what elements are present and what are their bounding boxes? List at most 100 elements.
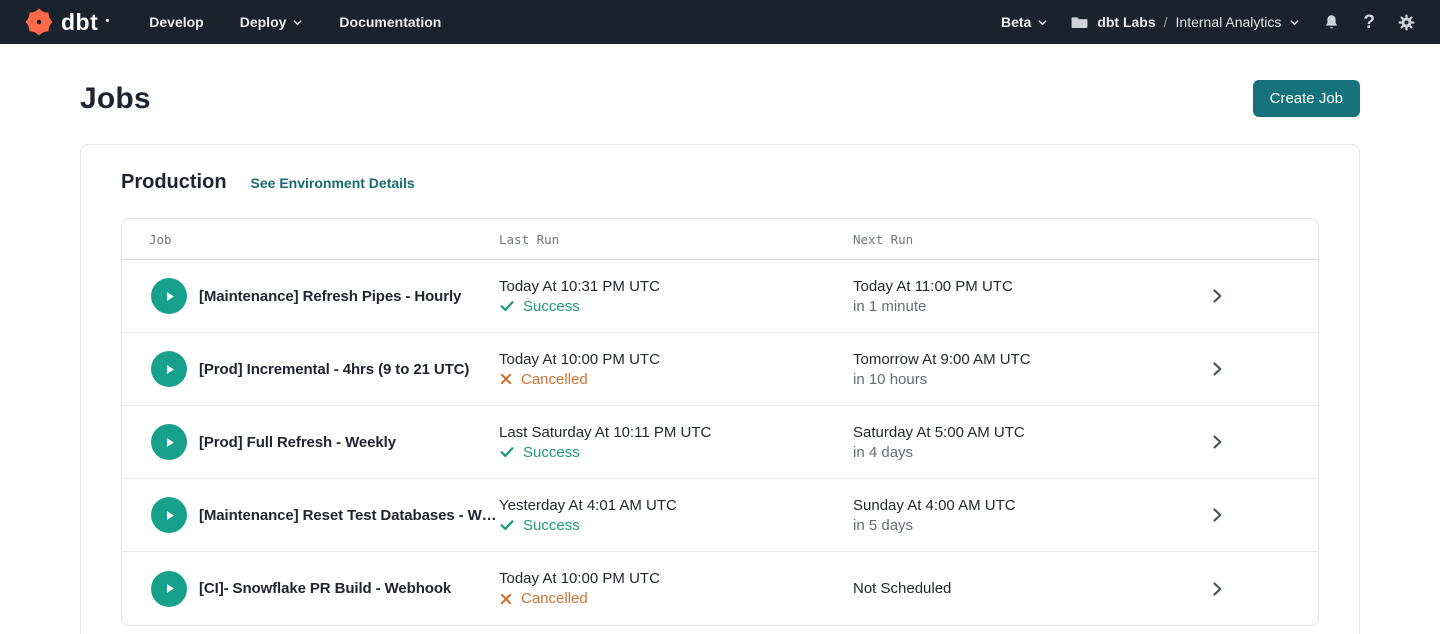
page-header: Jobs Create Job (0, 44, 1440, 117)
next-run-time: Today At 11:00 PM UTC (853, 278, 1207, 295)
chevron-right-icon[interactable] (1207, 579, 1318, 599)
next-run-time: Sunday At 4:00 AM UTC (853, 497, 1207, 514)
last-run-time: Today At 10:00 PM UTC (499, 570, 853, 587)
page-title: Jobs (80, 82, 151, 116)
status-badge: Cancelled (521, 371, 588, 388)
next-run-cell: Today At 11:00 PM UTC in 1 minute (853, 278, 1207, 315)
cancelled-x-icon (499, 592, 513, 606)
next-run-cell: Saturday At 5:00 AM UTC in 4 days (853, 424, 1207, 461)
cancelled-x-icon (499, 372, 513, 386)
next-run-time: Tomorrow At 9:00 AM UTC (853, 351, 1207, 368)
job-name: [Maintenance] Reset Test Databases - W… (199, 507, 499, 524)
run-job-play-button[interactable] (151, 351, 187, 387)
nav-item-deploy[interactable]: Deploy (240, 14, 304, 30)
last-run-time: Today At 10:31 PM UTC (499, 278, 853, 295)
play-icon (162, 362, 177, 377)
dbt-wordmark-dot (106, 19, 109, 22)
last-run-time: Last Saturday At 10:11 PM UTC (499, 424, 853, 441)
column-header-next-run: Next Run (853, 232, 1318, 247)
last-run-time: Today At 10:00 PM UTC (499, 351, 853, 368)
environment-card: Production See Environment Details Job L… (80, 144, 1360, 634)
table-row[interactable]: [Maintenance] Reset Test Databases - W… … (122, 479, 1318, 552)
nav-item-label: Develop (149, 14, 203, 30)
next-run-time: Not Scheduled (853, 580, 1207, 597)
dbt-logo[interactable]: dbt (24, 7, 109, 37)
chevron-right-icon[interactable] (1207, 505, 1318, 525)
success-check-icon (499, 517, 515, 533)
run-job-play-button[interactable] (151, 278, 187, 314)
status-badge: Cancelled (521, 590, 588, 607)
beta-dropdown[interactable]: Beta (1001, 14, 1048, 30)
next-run-relative: in 10 hours (853, 371, 1207, 388)
table-row[interactable]: [Maintenance] Refresh Pipes - Hourly Tod… (122, 260, 1318, 333)
navbar-right: Beta dbt Labs / Internal Analytics ? (1001, 13, 1416, 32)
jobs-table: Job Last Run Next Run [Maintenance] Refr… (121, 218, 1319, 626)
success-check-icon (499, 444, 515, 460)
nav-item-label: Documentation (339, 14, 441, 30)
play-icon (162, 508, 177, 523)
top-navbar: dbt Develop Deploy Documentation Beta d (0, 0, 1440, 44)
last-run-cell: Last Saturday At 10:11 PM UTC Success (499, 424, 853, 461)
create-job-button[interactable]: Create Job (1253, 80, 1360, 117)
table-row[interactable]: [Prod] Incremental - 4hrs (9 to 21 UTC) … (122, 333, 1318, 406)
breadcrumb: dbt Labs / Internal Analytics (1070, 13, 1300, 32)
last-run-cell: Yesterday At 4:01 AM UTC Success (499, 497, 853, 534)
next-run-cell: Sunday At 4:00 AM UTC in 5 days (853, 497, 1207, 534)
column-header-last-run: Last Run (499, 232, 853, 247)
settings-gear-icon[interactable] (1397, 13, 1416, 32)
environment-name: Production (121, 171, 227, 194)
last-run-cell: Today At 10:00 PM UTC Cancelled (499, 351, 853, 388)
status-badge: Success (523, 298, 580, 315)
nav-item-documentation[interactable]: Documentation (339, 14, 441, 30)
see-environment-details-link[interactable]: See Environment Details (251, 175, 415, 191)
breadcrumb-separator: / (1164, 14, 1168, 30)
last-run-time: Yesterday At 4:01 AM UTC (499, 497, 853, 514)
next-run-cell: Not Scheduled (853, 580, 1207, 597)
job-name: [Prod] Full Refresh - Weekly (199, 434, 499, 451)
play-icon (162, 289, 177, 304)
folder-icon (1070, 13, 1089, 32)
next-run-relative: in 4 days (853, 444, 1207, 461)
run-job-play-button[interactable] (151, 571, 187, 607)
job-name: [CI]- Snowflake PR Build - Webhook (199, 580, 499, 597)
last-run-cell: Today At 10:00 PM UTC Cancelled (499, 570, 853, 607)
chevron-right-icon[interactable] (1207, 286, 1318, 306)
beta-label: Beta (1001, 14, 1031, 30)
main-nav: Develop Deploy Documentation (149, 14, 441, 30)
help-icon[interactable]: ? (1363, 13, 1375, 32)
status-line: Success (499, 298, 853, 315)
next-run-relative: in 1 minute (853, 298, 1207, 315)
column-header-job: Job (149, 232, 499, 247)
table-header-row: Job Last Run Next Run (122, 219, 1318, 260)
success-check-icon (499, 298, 515, 314)
status-badge: Success (523, 444, 580, 461)
notifications-bell-icon[interactable] (1322, 13, 1341, 32)
next-run-time: Saturday At 5:00 AM UTC (853, 424, 1207, 441)
play-icon (162, 581, 177, 596)
nav-item-label: Deploy (240, 14, 287, 30)
chevron-down-icon (1037, 17, 1048, 28)
play-icon (162, 435, 177, 450)
status-line: Success (499, 444, 853, 461)
dbt-wordmark: dbt (61, 9, 98, 36)
chevron-right-icon[interactable] (1207, 359, 1318, 379)
chevron-down-icon[interactable] (1289, 17, 1300, 28)
breadcrumb-project[interactable]: Internal Analytics (1176, 14, 1282, 30)
status-line: Cancelled (499, 371, 853, 388)
status-line: Success (499, 517, 853, 534)
table-row[interactable]: [Prod] Full Refresh - Weekly Last Saturd… (122, 406, 1318, 479)
run-job-play-button[interactable] (151, 424, 187, 460)
environment-header: Production See Environment Details (121, 171, 1319, 194)
job-name: [Prod] Incremental - 4hrs (9 to 21 UTC) (199, 361, 499, 378)
run-job-play-button[interactable] (151, 497, 187, 533)
table-row[interactable]: [CI]- Snowflake PR Build - Webhook Today… (122, 552, 1318, 625)
chevron-right-icon[interactable] (1207, 432, 1318, 452)
job-name: [Maintenance] Refresh Pipes - Hourly (199, 288, 499, 305)
status-badge: Success (523, 517, 580, 534)
dbt-logo-icon (24, 7, 54, 37)
next-run-cell: Tomorrow At 9:00 AM UTC in 10 hours (853, 351, 1207, 388)
breadcrumb-account[interactable]: dbt Labs (1097, 14, 1155, 30)
chevron-down-icon (292, 17, 303, 28)
nav-item-develop[interactable]: Develop (149, 14, 203, 30)
next-run-relative: in 5 days (853, 517, 1207, 534)
